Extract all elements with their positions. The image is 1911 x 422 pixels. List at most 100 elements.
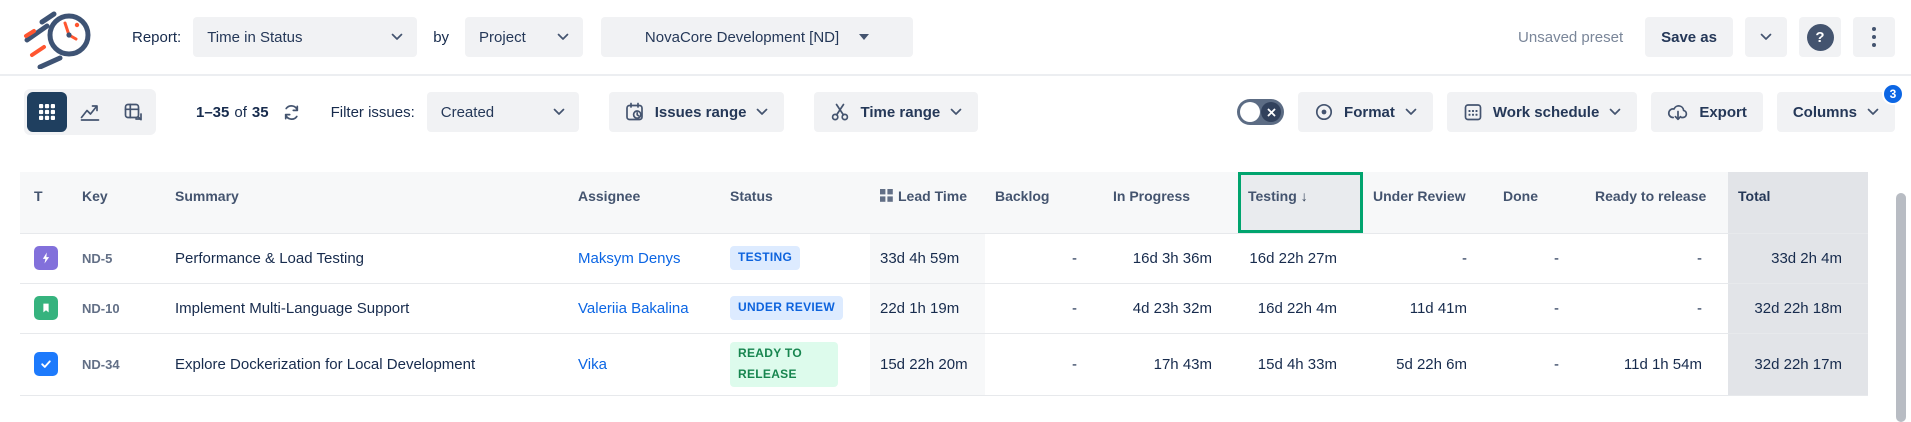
project-select[interactable]: NovaCore Development [ND] (601, 17, 913, 57)
bolt-issue-type-icon (34, 246, 58, 270)
col-header-testing-sorted[interactable]: Testing↓ (1238, 172, 1363, 233)
more-options-button[interactable] (1853, 17, 1895, 57)
table-header-row: T Key Summary Assignee Status Lead Time … (20, 172, 1868, 233)
export-button[interactable]: Export (1651, 92, 1763, 132)
col-header-key[interactable]: Key (72, 172, 165, 233)
in-progress-value: 4d 23h 32m (1103, 283, 1238, 333)
assignee-link[interactable]: Vika (578, 356, 607, 373)
issues-range-label: Issues range (655, 104, 747, 121)
by-label: by (433, 29, 449, 46)
issue-type-cell (20, 233, 72, 283)
issues-range-button[interactable]: Issues range (609, 92, 785, 132)
col-header-lead-time[interactable]: Lead Time (870, 172, 985, 233)
total-value: 32d 22h 17m (1728, 333, 1868, 395)
kebab-menu-icon (1872, 27, 1876, 47)
task-issue-type-icon (34, 352, 58, 376)
total-value: 33d 2h 4m (1728, 233, 1868, 283)
issue-key[interactable]: ND-5 (72, 233, 165, 283)
filter-issues-label: Filter issues: (331, 104, 415, 121)
group-by-select[interactable]: Project (465, 17, 583, 57)
col-header-summary[interactable]: Summary (165, 172, 568, 233)
time-in-status-table: T Key Summary Assignee Status Lead Time … (20, 172, 1868, 396)
table-row: ND-34 Explore Dockerization for Local De… (20, 333, 1868, 395)
combined-statuses-icon (880, 189, 893, 202)
count-total: 35 (252, 104, 269, 121)
chevron-down-icon (950, 108, 962, 116)
status-badge: TESTING (730, 246, 800, 270)
save-options-button[interactable] (1745, 17, 1787, 57)
col-header-assignee[interactable]: Assignee (568, 172, 720, 233)
backlog-value: - (985, 283, 1103, 333)
lead-time-value: 33d 4h 59m (870, 233, 985, 283)
time-range-button[interactable]: Time range (814, 92, 978, 132)
app-header: Report: Time in Status by Project NovaCo… (0, 0, 1911, 76)
under-review-value: 11d 41m (1363, 283, 1493, 333)
story-issue-type-icon (34, 296, 58, 320)
total-value: 32d 22h 18m (1728, 283, 1868, 333)
scissors-icon (830, 102, 850, 122)
status-cell: TESTING (720, 233, 870, 283)
col-header-total[interactable]: Total (1728, 172, 1868, 233)
testing-label: Testing (1248, 188, 1297, 204)
under-review-value: - (1363, 233, 1493, 283)
chevron-down-icon (557, 33, 569, 41)
issue-key[interactable]: ND-34 (72, 333, 165, 395)
line-chart-icon (80, 103, 100, 121)
status-badge: READY TO RELEASE (730, 342, 838, 387)
vertical-scrollbar[interactable] (1896, 193, 1906, 422)
filter-issues-select[interactable]: Created (427, 92, 579, 132)
lead-time-label: Lead Time (898, 188, 967, 204)
assignee-link[interactable]: Valeriia Bakalina (578, 300, 689, 317)
col-header-under-review[interactable]: Under Review (1363, 172, 1493, 233)
table-row: ND-5 Performance & Load Testing Maksym D… (20, 233, 1868, 283)
format-label: Format (1344, 104, 1395, 121)
project-value: NovaCore Development [ND] (645, 29, 839, 46)
lead-time-value: 15d 22h 20m (870, 333, 985, 395)
count-of: of (234, 104, 247, 121)
columns-badge: 3 (1882, 83, 1904, 105)
ready-to-release-value: - (1585, 233, 1728, 283)
preset-status: Unsaved preset (1518, 29, 1623, 46)
col-header-backlog[interactable]: Backlog (985, 172, 1103, 233)
col-header-status[interactable]: Status (720, 172, 870, 233)
eye-icon (1314, 102, 1334, 122)
assignee-cell: Valeriia Bakalina (568, 283, 720, 333)
assignee-link[interactable]: Maksym Denys (578, 250, 681, 267)
assignee-cell: Maksym Denys (568, 233, 720, 283)
issue-summary[interactable]: Performance & Load Testing (165, 233, 568, 283)
issue-key[interactable]: ND-10 (72, 283, 165, 333)
chevron-down-icon (1867, 108, 1879, 116)
save-as-button[interactable]: Save as (1645, 17, 1733, 57)
ready-to-release-value: 11d 1h 54m (1585, 333, 1728, 395)
pivot-view-button[interactable] (113, 92, 153, 132)
col-header-in-progress[interactable]: In Progress (1103, 172, 1238, 233)
issue-summary[interactable]: Implement Multi-Language Support (165, 283, 568, 333)
work-schedule-button[interactable]: Work schedule (1447, 92, 1637, 132)
col-header-ready-to-release[interactable]: Ready to release (1585, 172, 1728, 233)
done-value: - (1493, 333, 1585, 395)
export-label: Export (1699, 104, 1747, 121)
display-toggle[interactable] (1237, 99, 1284, 125)
testing-value: 15d 4h 33m (1238, 333, 1363, 395)
chevron-down-icon (553, 108, 565, 116)
col-header-done[interactable]: Done (1493, 172, 1585, 233)
in-progress-value: 17h 43m (1103, 333, 1238, 395)
issue-type-cell (20, 333, 72, 395)
chevron-down-icon (1609, 108, 1621, 116)
help-button[interactable]: ? (1799, 17, 1841, 57)
chart-view-button[interactable] (70, 92, 110, 132)
col-header-type[interactable]: T (20, 172, 72, 233)
columns-button[interactable]: Columns 3 (1777, 92, 1895, 132)
issue-summary[interactable]: Explore Dockerization for Local Developm… (165, 333, 568, 395)
in-progress-value: 16d 3h 36m (1103, 233, 1238, 283)
grid-view-button[interactable] (27, 92, 67, 132)
sort-desc-arrow-icon: ↓ (1301, 188, 1308, 204)
count-range: 1–35 (196, 104, 229, 121)
table-row: ND-10 Implement Multi-Language Support V… (20, 283, 1868, 333)
format-button[interactable]: Format (1298, 92, 1433, 132)
assignee-cell: Vika (568, 333, 720, 395)
report-type-select[interactable]: Time in Status (193, 17, 417, 57)
filter-issues-value: Created (441, 104, 494, 121)
columns-label: Columns (1793, 104, 1857, 121)
refresh-button[interactable] (282, 103, 301, 122)
